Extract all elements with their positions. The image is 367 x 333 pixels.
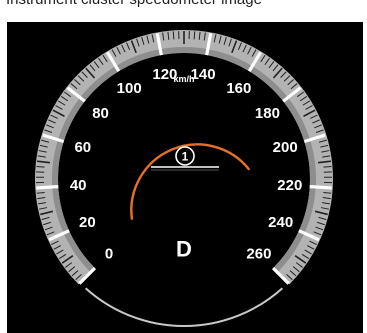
scale-label-80: 80 xyxy=(92,105,109,122)
minor-tick xyxy=(172,31,175,40)
scale-label-60: 60 xyxy=(74,139,91,156)
caption-strip: Instrument cluster speedometer image xyxy=(0,0,367,24)
lower-decorative-arc xyxy=(84,287,284,327)
scale-label-160: 160 xyxy=(226,80,251,97)
scale-label-220: 220 xyxy=(277,177,302,194)
speedometer-gauge: 020406080100120 140160180200220240260 km/… xyxy=(35,30,333,327)
scale-label-0: 0 xyxy=(105,245,113,262)
scale-label-20: 20 xyxy=(79,214,96,231)
scale-label-40: 40 xyxy=(70,177,87,194)
gear-indicator: D xyxy=(176,237,192,262)
screenshot-frame: Instrument cluster speedometer image 0 20… xyxy=(0,0,367,333)
minor-tick xyxy=(323,166,332,168)
unit-label: km/h xyxy=(173,74,194,84)
instrument-cluster-panel: 0 20 40 60 80 100 120 140 160 180 200 220 240 260 km/… xyxy=(7,22,363,333)
minor-tick xyxy=(193,31,196,40)
major-tick xyxy=(36,185,59,190)
scale-label-200: 200 xyxy=(273,139,298,156)
major-tick xyxy=(309,185,332,190)
scale-label-260: 260 xyxy=(246,245,271,262)
speed-progress-arc xyxy=(130,143,251,220)
caption-text: Instrument cluster speedometer image xyxy=(6,0,262,8)
indicator-number: 1 xyxy=(182,150,189,164)
scale-label-100: 100 xyxy=(117,80,142,97)
minor-tick xyxy=(36,166,45,168)
scale-label-240: 240 xyxy=(268,214,293,231)
scale-label-180: 180 xyxy=(255,105,280,122)
